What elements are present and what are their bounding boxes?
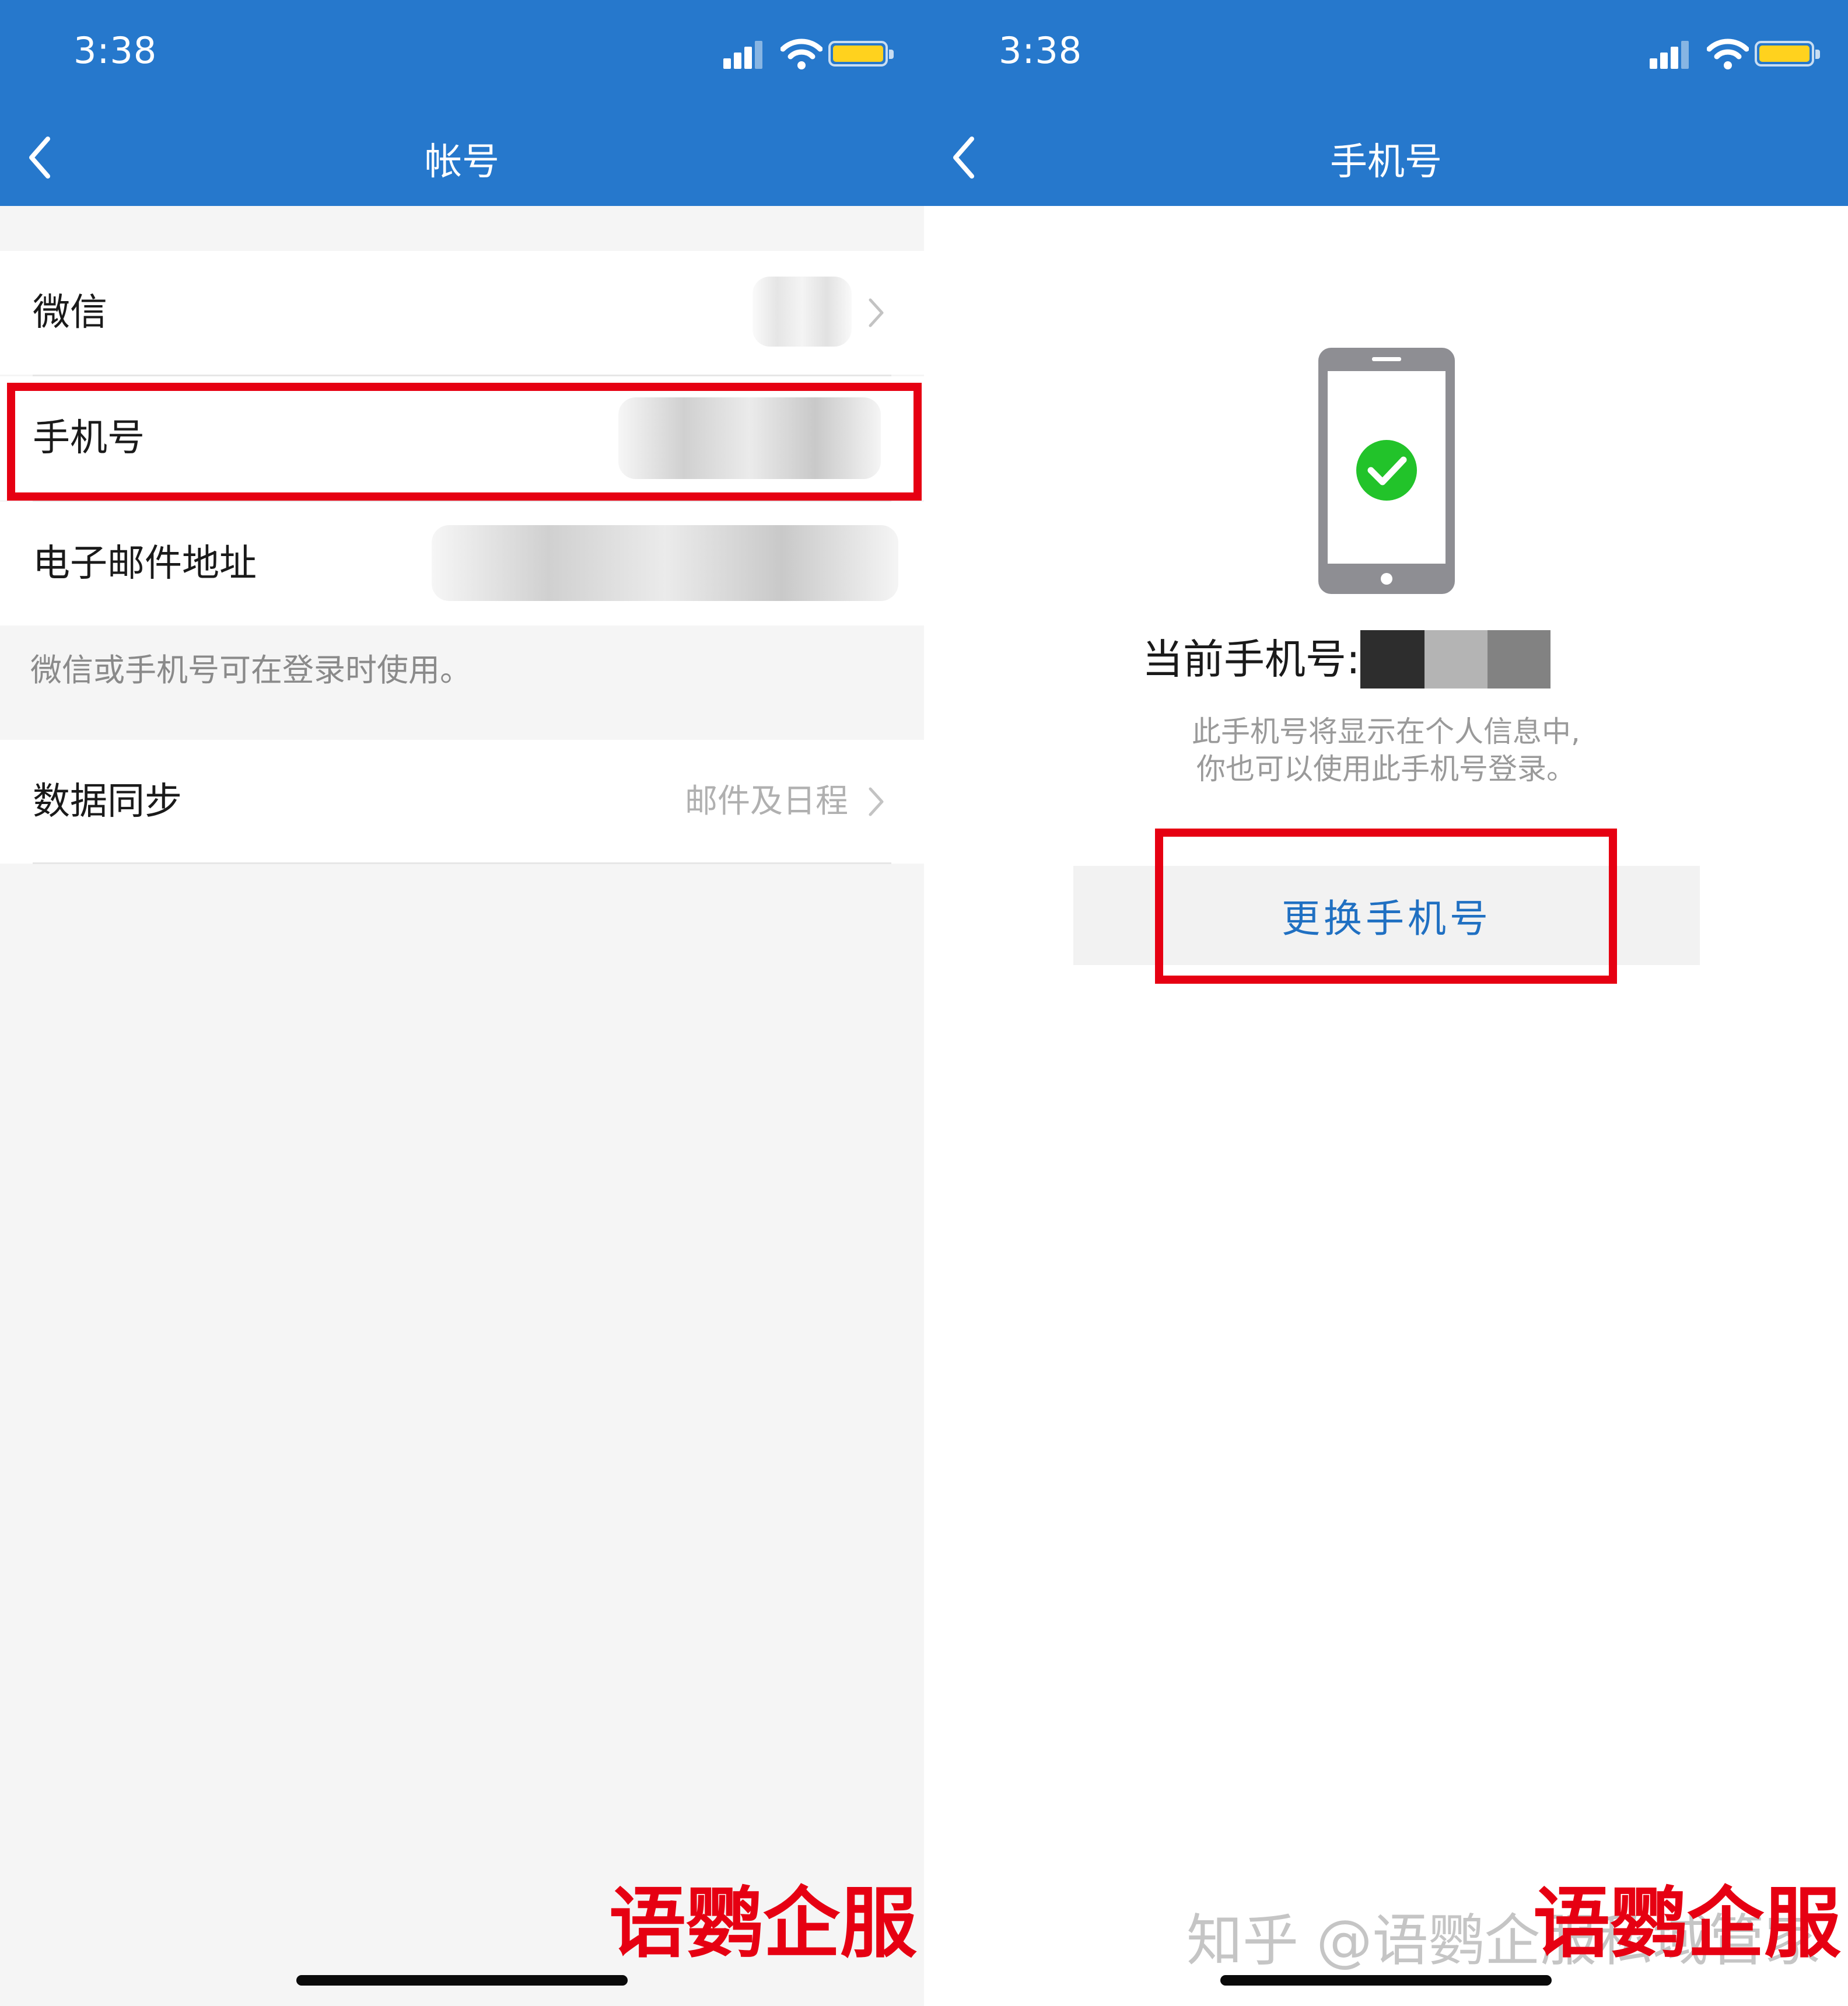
account-screen: 3:38 帐号 微信 手机号 电子邮件地址 微信或手机号可在登录时使用。 数据同… bbox=[0, 0, 924, 2006]
nav-title: 帐号 bbox=[425, 141, 499, 184]
chevron-right-icon bbox=[869, 298, 884, 327]
redacted-value bbox=[752, 277, 852, 347]
highlight-box bbox=[1155, 829, 1617, 984]
row-label: 数据同步 bbox=[33, 780, 182, 823]
status-icons bbox=[1650, 39, 1820, 74]
row-label: 微信 bbox=[33, 291, 107, 334]
divider bbox=[33, 862, 891, 864]
home-indicator bbox=[296, 1975, 628, 1986]
header-bar: 3:38 手机号 bbox=[924, 0, 1848, 206]
status-time: 3:38 bbox=[999, 29, 1083, 72]
status-time: 3:38 bbox=[74, 29, 158, 72]
wifi-icon bbox=[780, 39, 822, 69]
description-line: 此手机号将显示在个人信息中, bbox=[1192, 715, 1580, 749]
signal-icon bbox=[723, 39, 769, 69]
nav-title: 手机号 bbox=[1330, 141, 1442, 184]
watermark: 语鹦企服 bbox=[1533, 1879, 1841, 1969]
list-item-wechat[interactable]: 微信 bbox=[0, 251, 924, 375]
redacted-phone-number bbox=[1360, 630, 1550, 689]
wifi-icon bbox=[1707, 39, 1749, 69]
login-hint: 微信或手机号可在登录时使用。 bbox=[30, 652, 471, 689]
description-line: 你也可以使用此手机号登录。 bbox=[1196, 752, 1576, 786]
home-indicator bbox=[1220, 1975, 1552, 1986]
row-value: 邮件及日程 bbox=[685, 782, 848, 820]
screenshot-composite: 3:38 帐号 微信 手机号 电子邮件地址 微信或手机号可在登录时使用。 数据同… bbox=[0, 0, 1848, 2006]
phone-check-icon bbox=[1318, 348, 1455, 594]
battery-icon bbox=[828, 41, 894, 67]
redacted-value bbox=[432, 525, 898, 601]
chevron-right-icon bbox=[869, 787, 884, 816]
battery-icon bbox=[1755, 41, 1820, 67]
status-icons bbox=[723, 39, 894, 74]
list-item-email[interactable]: 电子邮件地址 bbox=[0, 502, 924, 625]
header-bar: 3:38 帐号 bbox=[0, 0, 924, 206]
current-phone-label: 当前手机号: bbox=[1142, 635, 1360, 683]
row-label: 电子邮件地址 bbox=[33, 542, 257, 585]
signal-icon bbox=[1650, 39, 1695, 69]
list-item-data-sync[interactable]: 数据同步 邮件及日程 bbox=[0, 740, 924, 864]
highlight-box bbox=[7, 383, 922, 501]
phone-description: 此手机号将显示在个人信息中, 你也可以使用此手机号登录。 bbox=[924, 713, 1848, 788]
phone-number-screen: 3:38 手机号 当前手机号: 此手机号将显示在个人信息中, 你也可以使用此手机… bbox=[924, 0, 1848, 2006]
watermark: 语鹦企服 bbox=[609, 1879, 917, 1969]
